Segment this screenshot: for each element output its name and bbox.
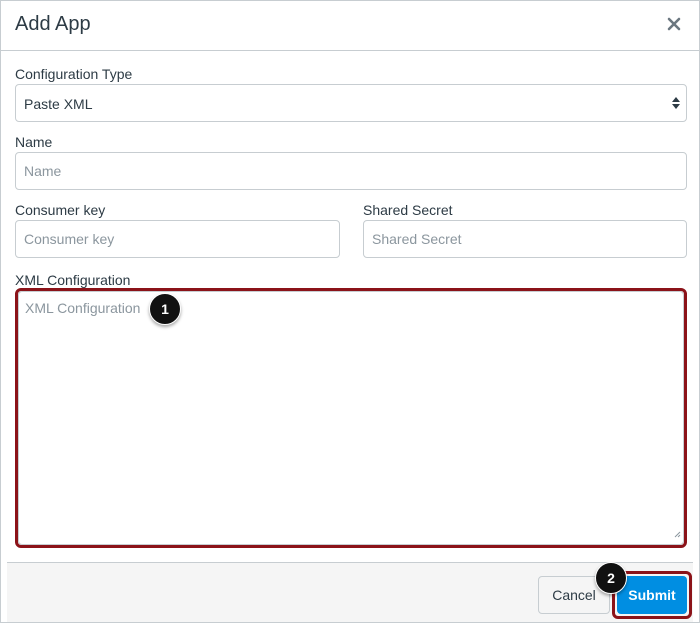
configuration-type-label: Configuration Type bbox=[15, 66, 133, 82]
dialog-title: Add App bbox=[15, 13, 91, 35]
name-label: Name bbox=[15, 134, 53, 150]
select-arrows-icon bbox=[672, 96, 680, 113]
configuration-type-value: Paste XML bbox=[24, 96, 93, 112]
dialog-footer: Cancel Submit bbox=[7, 562, 693, 622]
xml-configuration-label: XML Configuration bbox=[15, 272, 131, 288]
resize-grip-icon[interactable] bbox=[674, 525, 681, 543]
configuration-type-select[interactable]: Paste XML bbox=[15, 84, 687, 122]
add-app-dialog: Add App Configuration Type Paste XML Nam… bbox=[0, 0, 700, 623]
step-1-badge: 1 bbox=[149, 293, 181, 325]
shared-secret-label: Shared Secret bbox=[363, 202, 453, 218]
close-icon[interactable] bbox=[665, 15, 683, 33]
consumer-key-input[interactable] bbox=[15, 220, 340, 258]
shared-secret-input[interactable] bbox=[363, 220, 687, 258]
dialog-header: Add App bbox=[1, 1, 699, 51]
name-input[interactable] bbox=[15, 152, 687, 190]
xml-configuration-highlight bbox=[15, 288, 687, 548]
consumer-key-label: Consumer key bbox=[15, 202, 106, 218]
step-2-badge: 2 bbox=[595, 562, 627, 594]
